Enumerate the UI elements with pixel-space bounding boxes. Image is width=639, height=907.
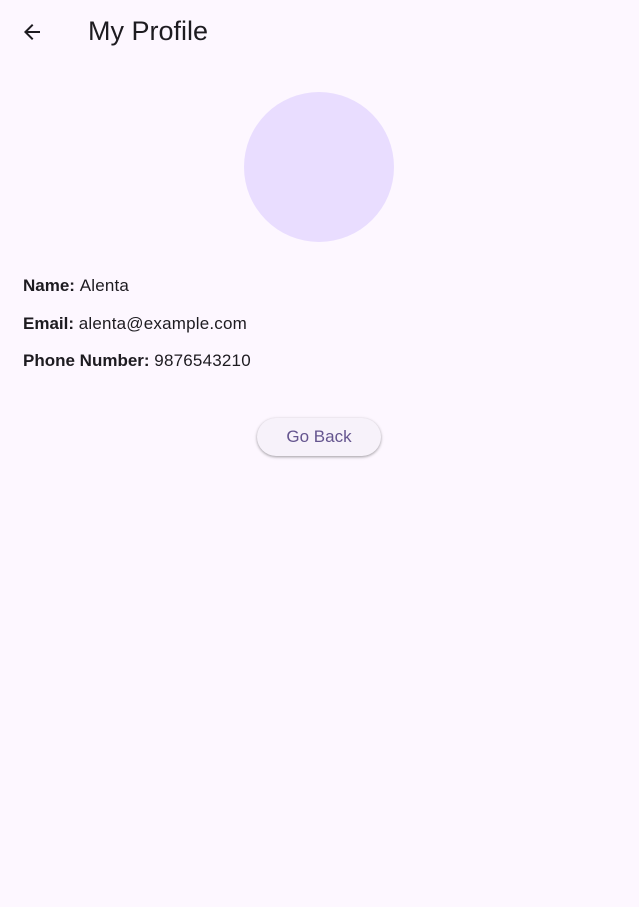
email-label: Email:	[23, 314, 79, 333]
name-label: Name:	[23, 276, 80, 295]
page-title: My Profile	[88, 16, 209, 46]
phone-value: 9876543210	[154, 351, 251, 370]
name-value: Alenta	[79, 276, 130, 295]
name-row: Name: Alenta	[23, 275, 129, 297]
phone-row: Phone Number: 9876543210	[23, 350, 251, 372]
go-back-button[interactable]: Go Back	[257, 418, 381, 456]
email-value: alenta@example.com	[78, 314, 248, 333]
phone-label: Phone Number:	[23, 351, 155, 370]
back-button[interactable]	[12, 12, 52, 52]
app-bar: My Profile	[0, 0, 639, 64]
email-row: Email: alenta@example.com	[23, 313, 247, 335]
avatar	[244, 92, 394, 242]
arrow-back-icon	[24, 24, 40, 40]
